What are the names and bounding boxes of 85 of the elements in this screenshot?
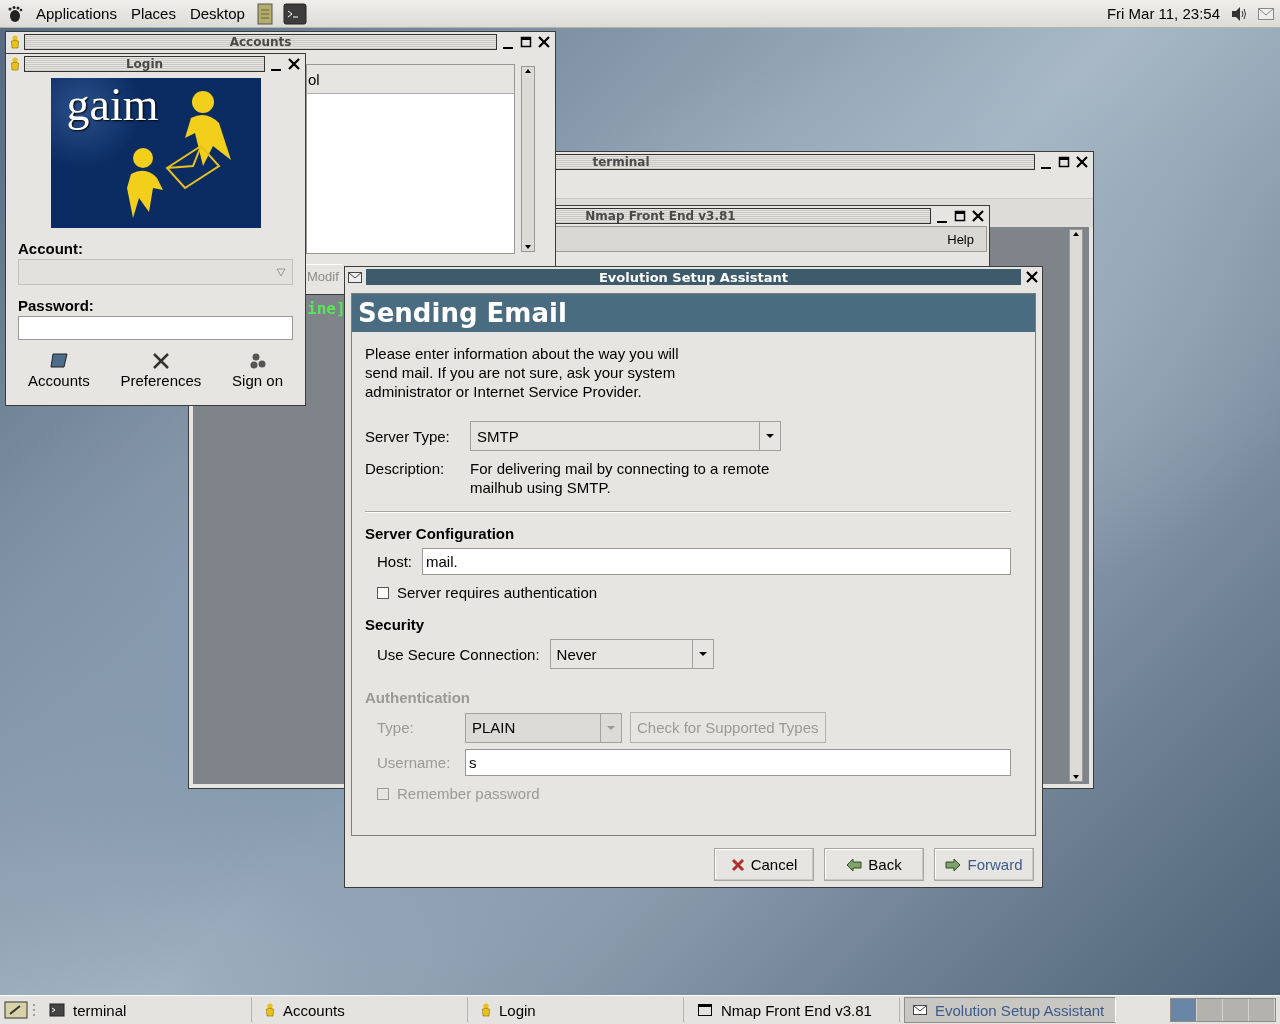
panel-menu[interactable]: Desktop — [187, 5, 247, 22]
terminal-output: ine] — [307, 299, 346, 318]
terminal-icon — [49, 1003, 65, 1017]
scrollbar[interactable] — [1069, 229, 1083, 782]
drag-handle-icon — [32, 1003, 36, 1017]
field-label: Server Type: — [365, 426, 451, 446]
envelope-icon — [348, 271, 362, 283]
maximize-button[interactable] — [1057, 155, 1071, 169]
server-type-dropdown[interactable]: SMTP — [470, 421, 781, 451]
field-label: Account: — [18, 240, 84, 257]
close-icon — [538, 36, 550, 48]
checkbox-label: Remember password — [397, 784, 540, 803]
field-label: Username: — [377, 753, 452, 772]
window-title: Accounts — [24, 34, 497, 50]
close-icon — [1076, 156, 1088, 168]
workspace-switcher[interactable] — [1170, 998, 1276, 1022]
field-label: Type: — [377, 718, 415, 737]
maximize-button[interactable] — [953, 209, 967, 223]
dropdown-arrow-icon — [276, 267, 286, 277]
action-button[interactable]: Sign on — [232, 352, 283, 389]
scroll-down-icon[interactable] — [1071, 773, 1081, 781]
dialog-button[interactable]: Back — [824, 848, 924, 881]
panel-menu[interactable]: Places — [128, 5, 178, 22]
dialog-button[interactable]: Forward — [934, 848, 1034, 881]
host-field[interactable]: mail. — [422, 548, 1011, 575]
close-button[interactable] — [537, 35, 551, 49]
close-button[interactable] — [971, 209, 985, 223]
maximize-icon — [1058, 156, 1070, 168]
minimize-icon — [271, 69, 281, 71]
field-label: Use Secure Connection: — [377, 644, 540, 664]
scroll-up-icon[interactable] — [1071, 230, 1081, 238]
left-arrow-icon — [846, 857, 863, 872]
scrollbar[interactable] — [521, 66, 535, 252]
menu-item[interactable]: Help — [947, 231, 974, 247]
page-heading: Sending Email — [352, 294, 1035, 332]
section-heading: Authentication — [365, 689, 471, 706]
close-button[interactable] — [1025, 270, 1039, 284]
cross-icon — [730, 857, 745, 872]
notes-icon[interactable] — [256, 2, 273, 25]
speaker-icon[interactable] — [1230, 5, 1248, 22]
field-label: Host: — [377, 552, 412, 571]
panel-menu[interactable]: Applications — [34, 5, 119, 22]
taskbar-item[interactable]: Evolution Setup Assistant — [904, 997, 1116, 1023]
envelope-icon[interactable] — [1258, 7, 1274, 20]
password-field[interactable] — [18, 316, 293, 340]
maximize-button[interactable] — [519, 35, 533, 49]
envelope-icon — [913, 1005, 927, 1015]
person-icon — [265, 1003, 275, 1017]
clock[interactable]: Fri Mar 11, 23:54 — [1106, 5, 1220, 22]
close-button[interactable] — [287, 57, 301, 71]
scroll-down-icon[interactable] — [523, 243, 533, 251]
show-desktop-icon[interactable] — [4, 1000, 28, 1020]
dropdown-arrow-icon — [697, 651, 708, 657]
column-header[interactable]: ol — [307, 65, 514, 94]
secure-connection-dropdown[interactable]: Never — [549, 639, 714, 669]
close-icon — [288, 58, 300, 70]
checkbox-label: Server requires authentication — [397, 583, 598, 602]
close-button[interactable] — [1075, 155, 1089, 169]
description-text: For delivering mail by connecting to a remote mailhub using SMTP. — [470, 459, 771, 497]
person-icon — [481, 1003, 491, 1017]
window-title: Login — [24, 56, 265, 72]
right-arrow-icon — [945, 857, 962, 872]
minimize-icon — [937, 221, 947, 223]
auth-checkbox[interactable]: Server requires authentication — [365, 583, 1011, 602]
field-label: Password: — [18, 297, 95, 314]
field-label: Description: — [365, 459, 446, 478]
logo-text: gaim — [66, 78, 159, 131]
window-title: Evolution Setup Assistant — [366, 269, 1021, 285]
minimize-icon — [503, 47, 513, 49]
checkbox[interactable] — [377, 586, 389, 599]
foot-icon[interactable] — [6, 4, 24, 23]
dropdown-arrow-icon — [765, 433, 775, 439]
dropdown-arrow-icon — [606, 724, 616, 731]
maximize-icon — [520, 36, 532, 48]
section-heading: Server Configuration — [365, 525, 516, 542]
section-heading: Security — [365, 616, 426, 633]
terminal-icon[interactable] — [282, 2, 307, 25]
close-icon — [972, 210, 984, 222]
intro-text: Please enter information about the way you will send mail. If you are not sure, ask your system administrator or Internet Service Provider. — [365, 344, 680, 401]
maximize-icon — [954, 210, 966, 222]
dialog-button[interactable]: Cancel — [714, 848, 814, 881]
action-button[interactable]: Preferences — [120, 352, 202, 389]
scroll-up-icon[interactable] — [523, 67, 533, 75]
action-button[interactable]: Accounts — [28, 352, 90, 389]
minimize-icon — [1041, 167, 1051, 169]
